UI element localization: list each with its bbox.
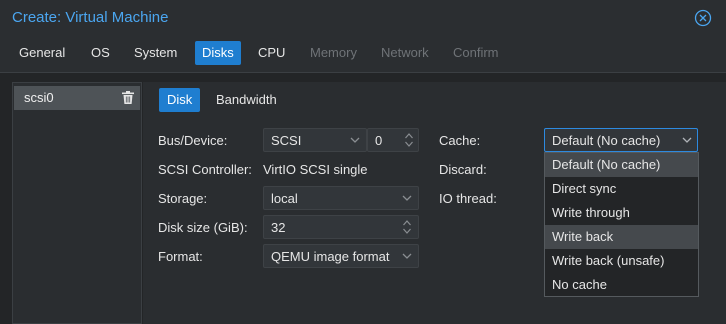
storage-select-value: local bbox=[271, 191, 298, 206]
bus-select-value: SCSI bbox=[271, 133, 302, 148]
cache-option-label: Write back (unsafe) bbox=[552, 253, 665, 268]
tab-os[interactable]: OS bbox=[84, 41, 117, 65]
cache-select-value: Default (No cache) bbox=[552, 133, 661, 148]
cache-option-direct-sync[interactable]: Direct sync bbox=[545, 177, 698, 201]
cache-option-label: No cache bbox=[552, 277, 607, 292]
discard-label: Discard: bbox=[439, 162, 487, 177]
disk-size-value: 32 bbox=[271, 220, 286, 235]
bus-device-label: Bus/Device: bbox=[158, 133, 228, 148]
format-select[interactable]: QEMU image format bbox=[263, 244, 419, 268]
storage-label: Storage: bbox=[158, 191, 208, 206]
cache-option-label: Write back bbox=[552, 229, 614, 244]
wizard-tabs: General OS System Disks CPU Memory Netwo… bbox=[0, 40, 726, 68]
storage-select[interactable]: local bbox=[263, 186, 419, 210]
cache-option-default[interactable]: Default (No cache) bbox=[545, 153, 698, 177]
cache-dropdown-list: Default (No cache) Direct sync Write thr… bbox=[544, 152, 699, 297]
tab-cpu[interactable]: CPU bbox=[251, 41, 292, 65]
tab-network: Network bbox=[381, 45, 429, 60]
window-titlebar: Create: Virtual Machine bbox=[0, 0, 726, 36]
disk-list-item[interactable]: scsi0 bbox=[14, 86, 140, 110]
disk-size-spinner[interactable]: 32 bbox=[263, 215, 419, 239]
tab-disks[interactable]: Disks bbox=[195, 41, 241, 65]
cache-option-label: Direct sync bbox=[552, 181, 617, 196]
chevron-down-icon bbox=[402, 253, 412, 259]
spinner-arrows-icon[interactable] bbox=[404, 131, 414, 149]
cache-option-write-through[interactable]: Write through bbox=[545, 201, 698, 225]
cache-select[interactable]: Default (No cache) bbox=[544, 128, 698, 152]
subtab-bandwidth[interactable]: Bandwidth bbox=[208, 88, 285, 112]
cache-option-no-cache[interactable]: No cache bbox=[545, 273, 698, 297]
chevron-down-icon bbox=[402, 195, 412, 201]
bus-select[interactable]: SCSI bbox=[263, 128, 367, 152]
cache-option-label: Write through bbox=[552, 205, 630, 220]
chevron-down-icon bbox=[682, 137, 692, 143]
disk-list: scsi0 bbox=[12, 82, 142, 324]
scsi-controller-label: SCSI Controller: bbox=[158, 162, 252, 177]
io-thread-label: IO thread: bbox=[439, 191, 497, 206]
window-title: Create: Virtual Machine bbox=[12, 9, 169, 26]
chevron-down-icon bbox=[350, 137, 360, 143]
tab-general[interactable]: General bbox=[12, 41, 72, 65]
tab-confirm: Confirm bbox=[453, 45, 499, 60]
disk-size-label: Disk size (GiB): bbox=[158, 220, 248, 235]
tab-memory: Memory bbox=[310, 45, 357, 60]
cache-label: Cache: bbox=[439, 133, 481, 148]
format-label: Format: bbox=[158, 249, 203, 264]
format-select-value: QEMU image format bbox=[271, 249, 390, 264]
scsi-controller-value: VirtIO SCSI single bbox=[263, 162, 368, 177]
close-icon[interactable] bbox=[694, 9, 712, 27]
device-number-spinner[interactable]: 0 bbox=[367, 128, 419, 152]
trash-icon[interactable] bbox=[122, 91, 134, 104]
cache-option-write-back[interactable]: Write back bbox=[545, 225, 698, 249]
tab-system[interactable]: System bbox=[127, 41, 184, 65]
device-number-value: 0 bbox=[375, 133, 383, 148]
cache-option-write-back-unsafe[interactable]: Write back (unsafe) bbox=[545, 249, 698, 273]
cache-option-label: Default (No cache) bbox=[552, 157, 661, 172]
disk-item-label: scsi0 bbox=[24, 90, 54, 105]
spinner-arrows-icon[interactable] bbox=[402, 218, 412, 236]
subtab-disk[interactable]: Disk bbox=[159, 88, 201, 112]
